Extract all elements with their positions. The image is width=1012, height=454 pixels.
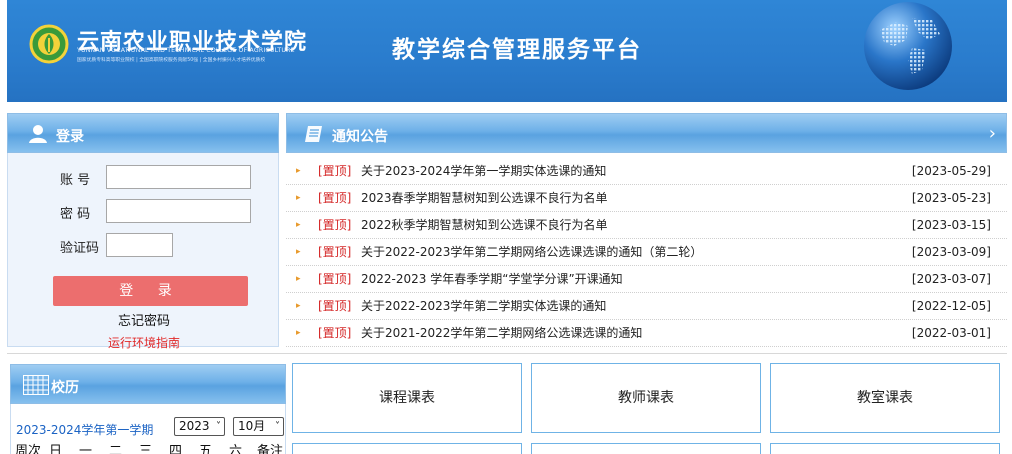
semester-label: 2023-2024学年第一学期 [16, 423, 154, 437]
calendar-body: 2023-2024学年第一学期 2023 ˅ 10月 ˅ 周次日 一 二 三 四 五 六 备注 [10, 404, 286, 454]
bullet-arrow-icon: ▸ [296, 301, 301, 311]
captcha-label: 验证码 [60, 241, 100, 256]
pinned-tag: [置顶] [318, 245, 352, 259]
school-name-english: YUNNAN VOCATIONAL AND TECHNICAL COLLEGE … [77, 47, 295, 54]
weekday-column-header: 四 [169, 444, 183, 454]
account-label: 账 号 [60, 173, 91, 188]
weekday-column-header: 备注 [257, 444, 284, 454]
calendar-title: 校历 [51, 380, 79, 396]
user-icon [29, 125, 47, 143]
calendar-grid-icon [23, 375, 49, 395]
weekday-column-header: 周次 [15, 444, 42, 454]
weekday-column-header: 日 [49, 444, 63, 454]
chevron-down-icon: ˅ [216, 421, 221, 432]
notice-date: [2023-05-29] [911, 164, 991, 178]
pinned-tag: [置顶] [318, 326, 352, 340]
bullet-arrow-icon: ▸ [296, 220, 301, 230]
pinned-tag: [置顶] [318, 164, 352, 178]
schedule-tile-partial[interactable] [770, 443, 1000, 454]
calendar-panel-header: 校历 [10, 364, 286, 404]
notice-date: [2023-03-07] [911, 272, 991, 286]
teacher-schedule-tile[interactable]: 教师课表 [531, 363, 761, 433]
month-select-value: 10月 [238, 419, 266, 433]
section-divider [7, 353, 1007, 354]
classroom-schedule-tile[interactable]: 教室课表 [770, 363, 1000, 433]
weekday-column-header: 六 [229, 444, 243, 454]
schedule-tile-partial[interactable] [292, 443, 522, 454]
header-banner: 云南农业职业技术学院 YUNNAN VOCATIONAL AND TECHNIC… [7, 0, 1007, 102]
notice-date: [2022-03-01] [911, 326, 991, 340]
pinned-tag: [置顶] [318, 191, 352, 205]
weekday-column-header: 三 [139, 444, 153, 454]
bullet-arrow-icon: ▸ [296, 193, 301, 203]
pinned-tag: [置顶] [318, 272, 352, 286]
pinned-tag: [置顶] [318, 218, 352, 232]
login-title: 登录 [56, 129, 84, 145]
more-notices-chevron-icon[interactable]: › [989, 123, 996, 144]
notice-date: [2023-03-09] [911, 245, 991, 259]
login-panel-header: 登录 [7, 113, 279, 153]
notice-date: [2022-12-05] [911, 299, 991, 313]
notice-link[interactable]: 2023春季学期智慧树知到公选课不良行为名单 [361, 185, 608, 212]
notice-link[interactable]: 关于2023-2024学年第一学期实体选课的通知 [361, 158, 606, 185]
notice-scroll-icon [305, 126, 322, 142]
notice-item[interactable]: ▸ [置顶] 关于2023-2024学年第一学期实体选课的通知 [2023-05-29… [286, 158, 1007, 185]
notice-panel-header: 通知公告 › [286, 113, 1007, 153]
bullet-arrow-icon: ▸ [296, 328, 301, 338]
forgot-password-link[interactable]: 忘记密码 [8, 310, 280, 329]
notice-link[interactable]: 关于2022-2023学年第二学期网络公选课选课的通知（第二轮） [361, 239, 702, 266]
notice-link[interactable]: 关于2021-2022学年第二学期网络公选课选课的通知 [361, 320, 642, 347]
notice-item[interactable]: ▸ [置顶] 2022-2023 学年春季学期“学堂学分课”开课通知 [2023-03… [286, 266, 1007, 293]
bullet-arrow-icon: ▸ [296, 274, 301, 284]
notice-item[interactable]: ▸ [置顶] 关于2022-2023学年第二学期实体选课的通知 [2022-12-05… [286, 293, 1007, 320]
pinned-tag: [置顶] [318, 299, 352, 313]
notice-item[interactable]: ▸ [置顶] 2022秋季学期智慧树知到公选课不良行为名单 [2023-03-15] [286, 212, 1007, 239]
notice-item[interactable]: ▸ [置顶] 2023春季学期智慧树知到公选课不良行为名单 [2023-05-23] [286, 185, 1007, 212]
weekday-column-header: 二 [109, 444, 123, 454]
account-input[interactable] [106, 165, 251, 189]
notice-item[interactable]: ▸ [置顶] 关于2021-2022学年第二学期网络公选课选课的通知 [2022-03… [286, 320, 1007, 347]
notice-date: [2023-05-23] [911, 191, 991, 205]
notice-link[interactable]: 2022-2023 学年春季学期“学堂学分课”开课通知 [361, 266, 623, 293]
platform-title: 教学综合管理服务平台 [392, 37, 642, 63]
school-tagline: 国家优质专科高等职业院校 | 全国高职院校服务贡献50强 | 全国乡村振兴人才培… [77, 58, 266, 63]
weekday-column-header: 五 [199, 444, 213, 454]
bullet-arrow-icon: ▸ [296, 247, 301, 257]
login-button[interactable]: 登 录 [53, 276, 248, 306]
year-select[interactable]: 2023 ˅ [174, 417, 225, 436]
weekday-column-header: 一 [79, 444, 93, 454]
password-label: 密 码 [60, 207, 91, 222]
notice-date: [2023-03-15] [911, 218, 991, 232]
notice-item[interactable]: ▸ [置顶] 关于2022-2023学年第二学期网络公选课选课的通知（第二轮） [20… [286, 239, 1007, 266]
chevron-down-icon: ˅ [275, 421, 280, 432]
runtime-guide-link[interactable]: 运行环境指南 [8, 334, 280, 351]
bullet-arrow-icon: ▸ [296, 166, 301, 176]
captcha-input[interactable] [106, 233, 173, 257]
school-logo-icon [29, 24, 69, 64]
notice-title: 通知公告 [332, 129, 388, 145]
month-select[interactable]: 10月 ˅ [233, 417, 284, 436]
course-schedule-tile[interactable]: 课程课表 [292, 363, 522, 433]
globe-icon [864, 2, 952, 90]
notice-link[interactable]: 关于2022-2023学年第二学期实体选课的通知 [361, 293, 606, 320]
password-input[interactable] [106, 199, 251, 223]
notice-list: ▸ [置顶] 关于2023-2024学年第一学期实体选课的通知 [2023-05-29… [286, 158, 1007, 347]
notice-link[interactable]: 2022秋季学期智慧树知到公选课不良行为名单 [361, 212, 608, 239]
login-form: 账 号 密 码 验证码 登 录 忘记密码 运行环境指南 [7, 153, 280, 350]
schedule-tile-partial[interactable] [531, 443, 761, 454]
year-select-value: 2023 [179, 419, 210, 433]
